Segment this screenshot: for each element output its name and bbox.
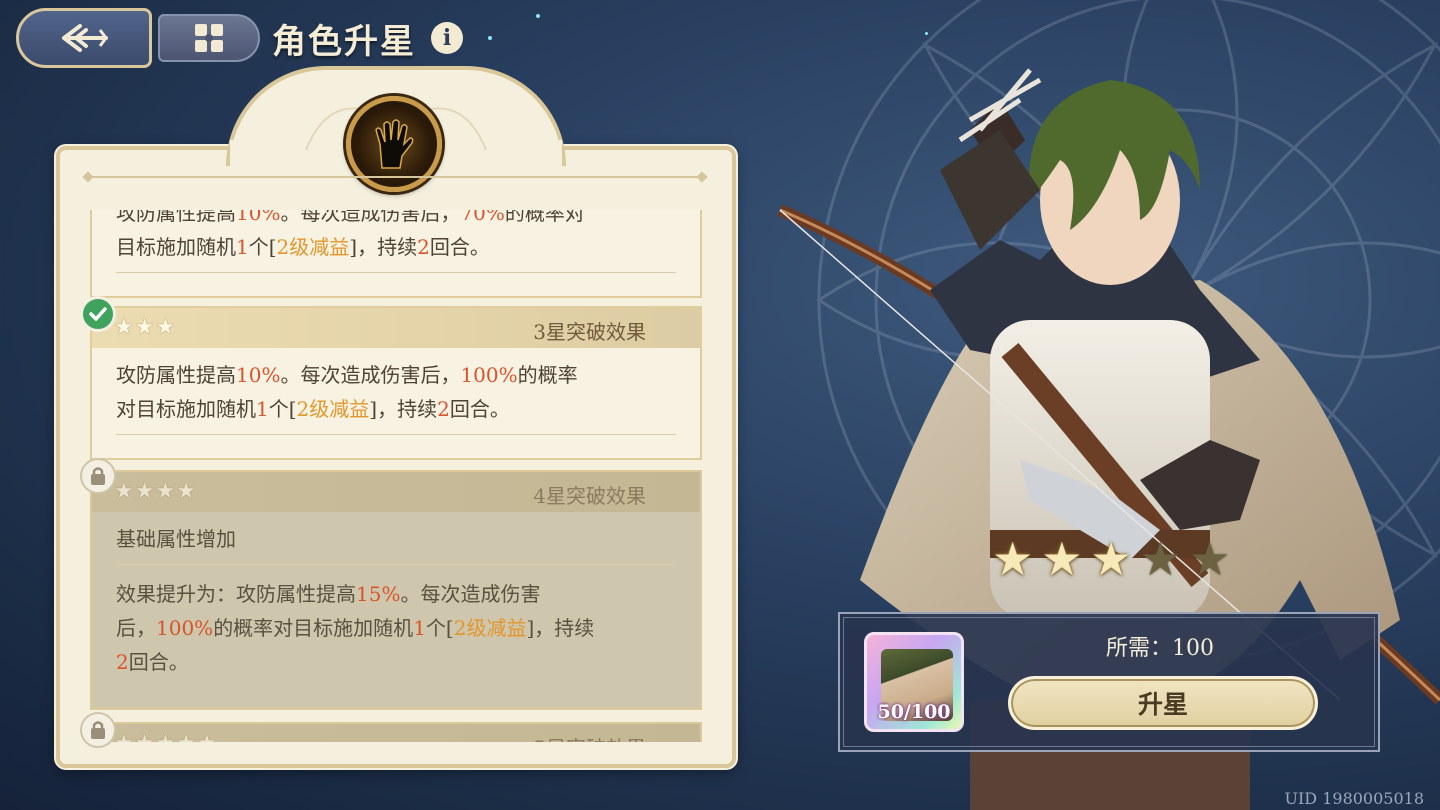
star-icon: ★ (135, 732, 155, 743)
card-title: 4星突破效果 (533, 484, 646, 508)
effect-line: 2回合。 (116, 650, 189, 674)
menu-button[interactable] (158, 14, 260, 62)
star-filled-icon: ★ (1090, 532, 1132, 586)
character-star-rating: ★ ★ ★ ★ ★ (992, 536, 1230, 582)
star-row: ★ ★ ★ ★ (114, 480, 196, 504)
star-empty-icon: ★ (1189, 532, 1231, 586)
required-amount: 所需：100 (1106, 636, 1214, 661)
star-icon: ★ (176, 479, 196, 504)
star-row: ★ ★ ★ (114, 316, 175, 340)
star-icon: ★ (114, 732, 134, 743)
card-header: ★ ★ ★ ★ 4星突破效果 (92, 472, 700, 512)
info-button[interactable]: i (431, 22, 463, 54)
page-title: 角色升星 (272, 22, 416, 62)
star-icon: ★ (134, 479, 155, 504)
star-effect-card-3: ★ ★ ★ 3星突破效果 攻防属性提高10%。每次造成伤害后，100%的概率 对目标… (90, 306, 702, 460)
back-arrow-icon (62, 24, 108, 52)
star-icon: ★ (155, 479, 176, 504)
character-shard-item[interactable]: 50/100 (864, 632, 964, 732)
user-id: UID 1980005018 (1284, 789, 1424, 808)
card-header: ★★★★★ 5星突破效果 (92, 724, 700, 742)
star-icon: ★ (176, 732, 196, 743)
effect-line: 攻防属性提高10%。每次造成伤害后，100%的概率 (116, 363, 578, 387)
star-icon: ★ (114, 479, 134, 504)
hand-claw-icon (375, 119, 414, 169)
effect-line: 攻防属性提高10%。每次造成伤害后，70%的概率对 (116, 210, 585, 225)
card-header: ★ ★ ★ 3星突破效果 (92, 308, 700, 348)
card-title: 3星突破效果 (533, 320, 646, 344)
star-effect-card-5: ★★★★★ 5星突破效果 (90, 722, 702, 742)
star-effect-card-2: 攻防属性提高10%。每次造成伤害后，70%的概率对 目标施加随机1个[2级减益]… (90, 210, 702, 298)
star-icon: ★ (114, 315, 134, 340)
star-row: ★★★★★ (114, 732, 217, 743)
lock-icon (80, 458, 116, 494)
star-icon: ★ (155, 732, 175, 743)
star-effects-list[interactable]: 攻防属性提高10%。每次造成伤害后，70%的概率对 目标施加随机1个[2级减益]… (84, 210, 710, 742)
unlocked-check-icon (80, 296, 116, 332)
sparkle (925, 32, 928, 35)
back-button[interactable] (16, 8, 152, 68)
effect-line: 后，100%的概率对目标施加随机1个[2级减益]，持续 (116, 616, 595, 640)
sparkle (488, 36, 492, 40)
star-filled-icon: ★ (992, 532, 1034, 586)
star-filled-icon: ★ (1041, 532, 1083, 586)
effect-line: 目标施加随机1个[2级减益]，持续2回合。 (116, 235, 490, 259)
sparkle (536, 14, 540, 18)
star-icon: ★ (134, 315, 155, 340)
upgrade-star-button[interactable]: 升星 (1008, 676, 1318, 730)
effect-line: 对目标施加随机1个[2级减益]，持续2回合。 (116, 397, 510, 421)
star-icon: ★ (197, 732, 217, 743)
star-effect-card-4: ★ ★ ★ ★ 4星突破效果 基础属性增加 效果提升为：攻防属性提高15%。每次造成伤… (90, 470, 702, 710)
base-stat-line: 基础属性增加 (116, 527, 236, 551)
panel-divider (90, 176, 700, 178)
effect-line: 效果提升为：攻防属性提高15%。每次造成伤害 (116, 582, 541, 606)
lock-icon (80, 712, 116, 748)
shard-count: 50/100 (877, 701, 951, 723)
star-icon: ★ (155, 315, 176, 340)
card-title: 5星突破效果 (533, 732, 646, 742)
grid-menu-icon (195, 24, 223, 52)
star-empty-icon: ★ (1139, 532, 1181, 586)
